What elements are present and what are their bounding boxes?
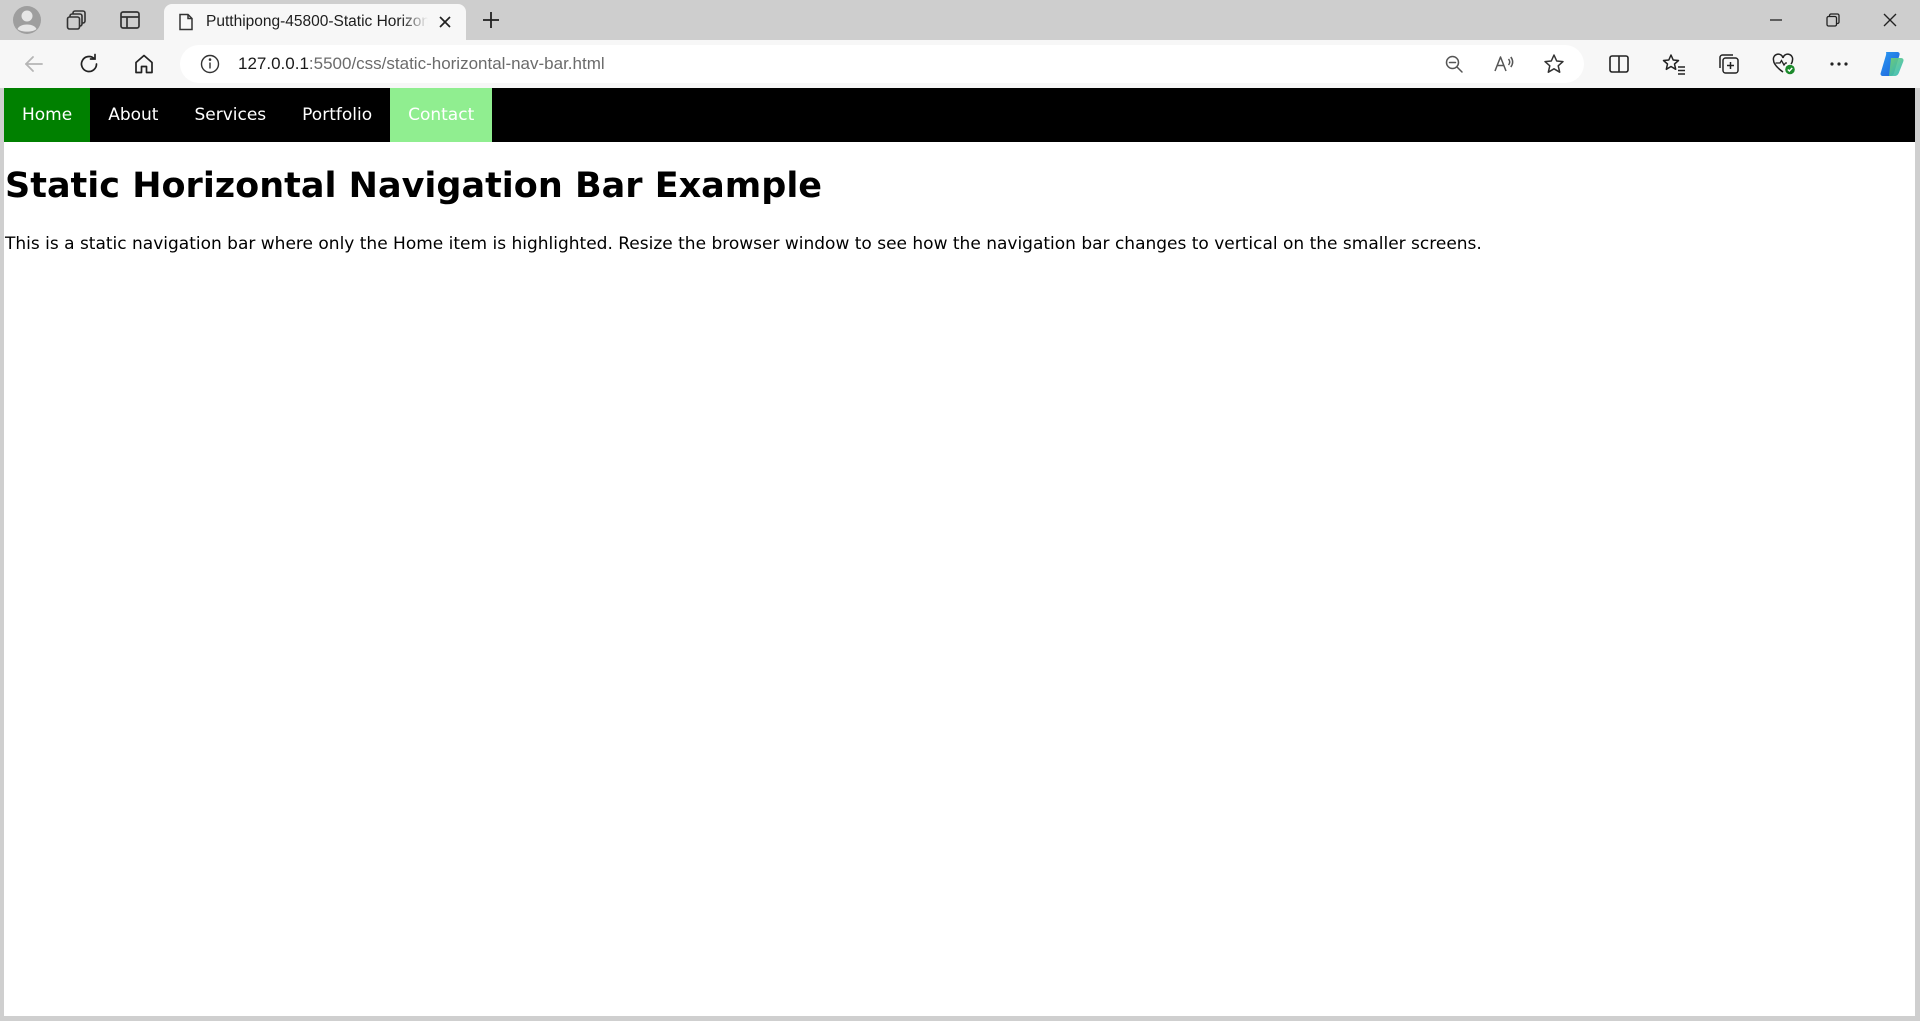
close-window-button[interactable]	[1862, 0, 1918, 40]
zoom-out-button[interactable]	[1436, 49, 1472, 79]
browser-toolbar: 127.0.0.1:5500/css/static-horizontal-nav…	[0, 40, 1920, 88]
workspaces-button[interactable]	[50, 0, 104, 40]
split-screen-button[interactable]	[1597, 44, 1641, 84]
vertical-tabs-button[interactable]	[103, 0, 157, 40]
url-host: 127.0.0.1	[238, 54, 309, 73]
collections-icon	[1719, 54, 1739, 74]
tab-title: Putthipong-45800-Static Horizontal Navig…	[206, 13, 428, 30]
tab-close-button[interactable]	[434, 11, 456, 33]
nav-item-services[interactable]: Services	[176, 88, 284, 142]
workspaces-icon	[66, 10, 86, 30]
info-icon[interactable]	[200, 54, 220, 74]
home-button[interactable]	[124, 44, 164, 84]
nav-item-contact[interactable]: Contact	[390, 88, 493, 142]
close-icon	[439, 16, 451, 28]
split-screen-icon	[1609, 55, 1629, 73]
tab-strip: Putthipong-45800-Static Horizontal Navig…	[0, 0, 1920, 40]
address-bar[interactable]: 127.0.0.1:5500/css/static-horizontal-nav…	[180, 45, 1584, 83]
minimize-button[interactable]	[1748, 0, 1804, 40]
new-tab-button[interactable]	[464, 0, 518, 40]
collections-button[interactable]	[1707, 44, 1751, 84]
page-heading: Static Horizontal Navigation Bar Example	[5, 166, 823, 206]
back-button[interactable]	[14, 44, 54, 84]
favorite-button[interactable]	[1536, 49, 1572, 79]
favorites-icon	[1662, 54, 1685, 75]
copilot-icon	[1880, 52, 1904, 76]
active-tab[interactable]: Putthipong-45800-Static Horizontal Navig…	[164, 4, 466, 40]
nav-item-home[interactable]: Home	[4, 88, 91, 142]
read-aloud-button[interactable]	[1486, 49, 1522, 79]
profile-button[interactable]	[0, 0, 54, 40]
back-arrow-icon	[25, 56, 43, 72]
page-icon	[179, 13, 193, 31]
copilot-button[interactable]	[1870, 44, 1914, 84]
nav-item-about[interactable]: About	[90, 88, 176, 142]
more-button[interactable]	[1817, 44, 1861, 84]
minimize-icon	[1770, 19, 1782, 21]
restore-button[interactable]	[1805, 0, 1861, 40]
heart-icon	[1772, 53, 1795, 75]
home-icon	[135, 54, 153, 74]
page-description: This is a static navigation bar where on…	[5, 234, 1482, 254]
restore-icon	[1826, 13, 1840, 27]
page-viewport: Home About Services Portfolio Contact St…	[4, 88, 1915, 1016]
vertical-tabs-icon	[120, 11, 140, 29]
read-aloud-icon	[1494, 56, 1514, 72]
profile-icon	[13, 6, 41, 34]
refresh-button[interactable]	[69, 44, 109, 84]
close-window-icon	[1883, 13, 1897, 27]
page-nav-bar: Home About Services Portfolio Contact	[4, 88, 1915, 142]
refresh-icon	[80, 53, 98, 73]
plus-icon	[483, 12, 499, 28]
star-icon	[1544, 54, 1564, 73]
browser-essentials-button[interactable]	[1762, 44, 1806, 84]
nav-item-portfolio[interactable]: Portfolio	[284, 88, 390, 142]
more-icon	[1830, 62, 1848, 66]
url-path: :5500/css/static-horizontal-nav-bar.html	[308, 54, 605, 73]
zoom-out-icon	[1445, 55, 1463, 73]
favorites-button[interactable]	[1652, 44, 1696, 84]
url-text[interactable]: 127.0.0.1:5500/css/static-horizontal-nav…	[238, 54, 605, 74]
